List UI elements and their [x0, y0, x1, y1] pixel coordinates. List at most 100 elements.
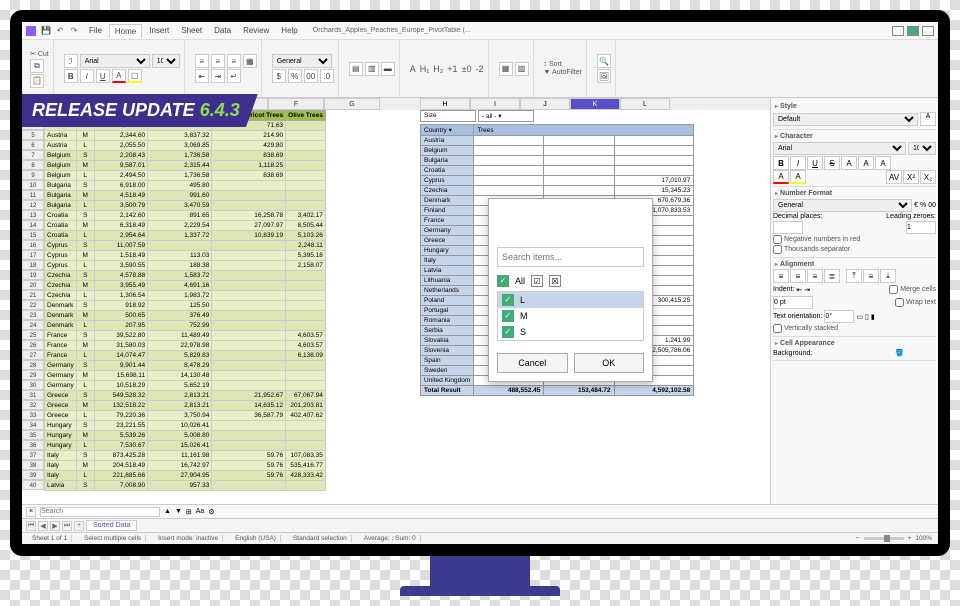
side-percent-icon[interactable]: %: [920, 202, 926, 209]
image-icon[interactable]: 🖼: [597, 69, 611, 83]
menu-sheet[interactable]: Sheet: [176, 24, 207, 38]
table-cell[interactable]: 16,742.97: [148, 461, 212, 471]
table-cell[interactable]: [212, 351, 286, 361]
font-size-select[interactable]: 10: [152, 54, 180, 68]
find-icon[interactable]: 🔍: [597, 54, 611, 68]
table-cell[interactable]: 2,315.44: [148, 161, 212, 171]
row-number[interactable]: 36: [22, 440, 44, 450]
table-cell[interactable]: 9,901.44: [94, 361, 147, 371]
table-cell[interactable]: 8,505.44: [286, 221, 326, 231]
neg-red-checkbox[interactable]: [773, 235, 782, 244]
side-nf-select[interactable]: General: [773, 199, 912, 212]
tab-first-icon[interactable]: ⏮: [26, 521, 36, 531]
table-cell[interactable]: Hungary: [45, 431, 77, 441]
find-all-icon[interactable]: ⊞: [186, 508, 192, 516]
side-italic-icon[interactable]: I: [790, 156, 806, 170]
valign-b-icon[interactable]: ⤓: [880, 269, 896, 283]
delete-row-icon[interactable]: ▬: [381, 62, 395, 76]
align-j-icon[interactable]: ≣: [824, 269, 840, 283]
minus2-icon[interactable]: -2: [476, 64, 484, 74]
table-cell[interactable]: 4,603.57: [286, 341, 326, 351]
table-cell[interactable]: 14,635.12: [212, 401, 286, 411]
table-cell[interactable]: L: [76, 441, 94, 451]
row-number[interactable]: 33: [22, 410, 44, 420]
thousands-checkbox[interactable]: [773, 245, 782, 254]
row-number[interactable]: 6: [22, 140, 44, 150]
vertical-checkbox[interactable]: [773, 324, 782, 333]
table-cell[interactable]: 27,097.97: [212, 221, 286, 231]
table-cell[interactable]: 36,587.79: [212, 411, 286, 421]
filter-item-checkbox[interactable]: ✓: [502, 310, 514, 322]
table-cell[interactable]: Denmark: [45, 321, 77, 331]
table-cell[interactable]: 500.65: [94, 311, 147, 321]
align-c-icon[interactable]: ≡: [790, 269, 806, 283]
redo-icon[interactable]: ↷: [68, 25, 80, 37]
table-cell[interactable]: 4,518.49: [94, 191, 147, 201]
table-cell[interactable]: L: [76, 261, 94, 271]
table-cell[interactable]: S: [76, 271, 94, 281]
table-cell[interactable]: Hungary: [45, 441, 77, 451]
table-cell[interactable]: Greece: [45, 401, 77, 411]
table-cell[interactable]: [212, 241, 286, 251]
bg-bucket-icon[interactable]: 🪣: [895, 349, 904, 357]
find-prev-icon[interactable]: ▲: [164, 508, 171, 515]
table-cell[interactable]: 891.65: [148, 211, 212, 221]
row-number[interactable]: 39: [22, 470, 44, 480]
table-cell[interactable]: S: [76, 391, 94, 401]
table-cell[interactable]: 221,885.66: [94, 471, 147, 481]
align-center-icon[interactable]: ≡: [211, 54, 225, 68]
decimal-input[interactable]: [773, 221, 803, 234]
table-cell[interactable]: 5,829.83: [148, 351, 212, 361]
table-cell[interactable]: Croatia: [45, 221, 77, 231]
h1-icon[interactable]: H₁: [420, 64, 430, 74]
table-cell[interactable]: [212, 191, 286, 201]
table-cell[interactable]: Czechia: [45, 271, 77, 281]
decimals-icon[interactable]: 00: [304, 69, 318, 83]
table-cell[interactable]: 2,229.54: [148, 221, 212, 231]
table-cell[interactable]: 11,007.59: [94, 241, 147, 251]
table-cell[interactable]: [286, 481, 326, 491]
zoom-in-icon[interactable]: +: [908, 535, 912, 542]
close-button[interactable]: [922, 26, 934, 36]
row-number[interactable]: 21: [22, 290, 44, 300]
filter-cancel-button[interactable]: Cancel: [497, 353, 568, 373]
row-number[interactable]: 23: [22, 310, 44, 320]
orient-input[interactable]: [824, 310, 854, 323]
table-cell[interactable]: S: [76, 181, 94, 191]
table-cell[interactable]: [212, 341, 286, 351]
valign-t-icon[interactable]: ⤒: [846, 269, 862, 283]
table-cell[interactable]: 5,539.26: [94, 431, 147, 441]
table-cell[interactable]: M: [76, 221, 94, 231]
table-cell[interactable]: [286, 441, 326, 451]
table-cell[interactable]: L: [76, 201, 94, 211]
menu-review[interactable]: Review: [238, 24, 274, 38]
table-cell[interactable]: 2,055.50: [94, 141, 147, 151]
table-cell[interactable]: [286, 291, 326, 301]
percent-icon[interactable]: %: [288, 69, 302, 83]
menu-insert[interactable]: Insert: [144, 24, 174, 38]
table-cell[interactable]: [212, 421, 286, 431]
save-icon[interactable]: 💾: [40, 25, 52, 37]
sheet-tab[interactable]: Sorted Data: [86, 520, 137, 531]
table-cell[interactable]: 957.33: [148, 481, 212, 491]
table-cell[interactable]: France: [45, 341, 77, 351]
table-cell[interactable]: L: [76, 231, 94, 241]
menu-home[interactable]: Home: [109, 24, 142, 38]
table-cell[interactable]: 6,918.00: [94, 181, 147, 191]
table-cell[interactable]: 1,736.58: [148, 171, 212, 181]
table-cell[interactable]: 4,691.16: [148, 281, 212, 291]
table-cell[interactable]: 838.69: [212, 151, 286, 161]
row-number[interactable]: 32: [22, 400, 44, 410]
side-super-icon[interactable]: A: [841, 156, 857, 170]
table-cell[interactable]: [286, 321, 326, 331]
table-cell[interactable]: [286, 311, 326, 321]
table-cell[interactable]: M: [76, 431, 94, 441]
table-cell[interactable]: [286, 171, 326, 181]
table-cell[interactable]: [286, 121, 326, 131]
tab-next-icon[interactable]: ▶: [50, 521, 60, 531]
table-cell[interactable]: 9,587.01: [94, 161, 147, 171]
table-cell[interactable]: [212, 481, 286, 491]
tab-last-icon[interactable]: ⏭: [62, 521, 72, 531]
row-number[interactable]: 30: [22, 380, 44, 390]
table-cell[interactable]: [212, 271, 286, 281]
